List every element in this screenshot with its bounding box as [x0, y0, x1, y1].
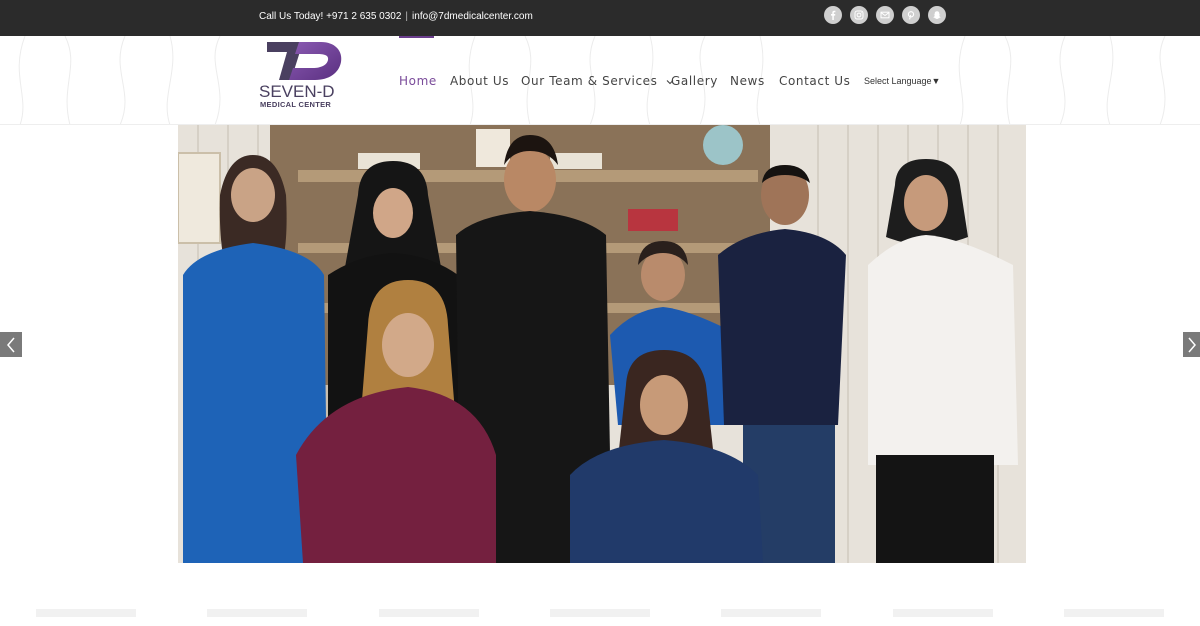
partner-logo-icon [207, 609, 308, 617]
nav-our-team-services[interactable]: Our Team & Services [521, 74, 674, 88]
facebook-icon[interactable] [824, 6, 842, 24]
partner-logo-icon [378, 609, 479, 617]
chevron-left-icon [7, 337, 15, 352]
logo-name: SEVEN-D [259, 82, 335, 101]
hero-team-photo [178, 125, 1026, 563]
nav-about-us[interactable]: About Us [450, 74, 509, 88]
language-selector[interactable]: Select Language​▼ [864, 76, 940, 86]
contact-info: Call Us Today! +971 2 635 0302 | info@7dme… [259, 11, 533, 22]
logo-subtitle: MEDICAL CENTER [260, 100, 332, 109]
separator: | [405, 11, 409, 22]
nav-gallery[interactable]: Gallery [671, 74, 718, 88]
phone-text[interactable]: Call Us Today! +971 2 635 0302 [259, 11, 401, 22]
email-link[interactable]: info@7dmedicalcenter.com [412, 11, 533, 22]
slider-prev-button[interactable] [0, 332, 22, 357]
logo-mark-icon [267, 42, 342, 80]
email-icon[interactable] [876, 6, 894, 24]
instagram-icon[interactable] [850, 6, 868, 24]
active-indicator [399, 36, 434, 38]
nav-home[interactable]: Home [399, 74, 437, 88]
nav-news[interactable]: News [730, 74, 765, 88]
slider-next-button[interactable] [1183, 332, 1200, 357]
nav-contact-us[interactable]: Contact Us [779, 74, 851, 88]
site-header: SEVEN-D MEDICAL CENTER Home About Us Our… [0, 36, 1200, 125]
team-photo [178, 125, 1026, 563]
chevron-right-icon [1187, 337, 1196, 352]
partner-logo-icon [721, 609, 822, 617]
partner-logo-icon [1064, 609, 1165, 617]
snapchat-icon[interactable] [928, 6, 946, 24]
top-bar: Call Us Today! +971 2 635 0302 | info@7dme… [0, 0, 1200, 36]
social-links [824, 6, 946, 24]
partner-logo-icon [892, 609, 993, 617]
partner-logos-strip [0, 606, 1200, 626]
partner-logo-icon [35, 609, 136, 617]
partner-logo-icon [549, 609, 650, 617]
pinterest-icon[interactable] [902, 6, 920, 24]
site-logo[interactable]: SEVEN-D MEDICAL CENTER [259, 40, 349, 109]
nav-our-team-services-label: Our Team & Services [521, 74, 658, 88]
